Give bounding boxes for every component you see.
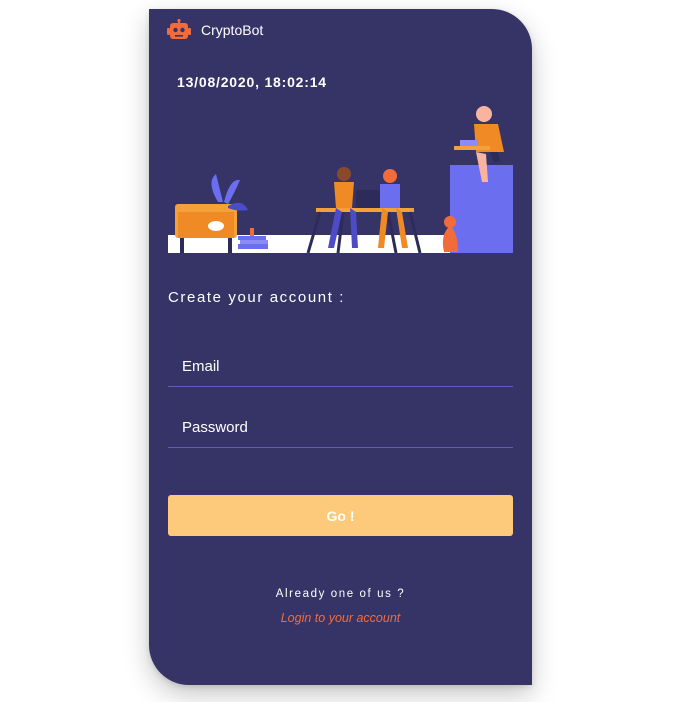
signup-card: CryptoBot 13/08/2020, 18:02:14 Create yo… — [149, 9, 532, 685]
brand: CryptoBot — [167, 19, 263, 41]
password-field[interactable] — [168, 408, 513, 448]
robot-icon — [167, 19, 191, 39]
create-account-heading: Create your account : — [168, 289, 346, 306]
email-field[interactable] — [168, 347, 513, 387]
app-name: CryptoBot — [201, 22, 264, 38]
team-working-illustration — [168, 106, 513, 253]
already-member-text: Already one of us ? — [275, 588, 406, 600]
submit-button[interactable]: Go ! — [168, 495, 513, 536]
login-link[interactable]: Login to your account — [149, 611, 532, 625]
current-datetime: 13/08/2020, 18:02:14 — [177, 74, 327, 90]
